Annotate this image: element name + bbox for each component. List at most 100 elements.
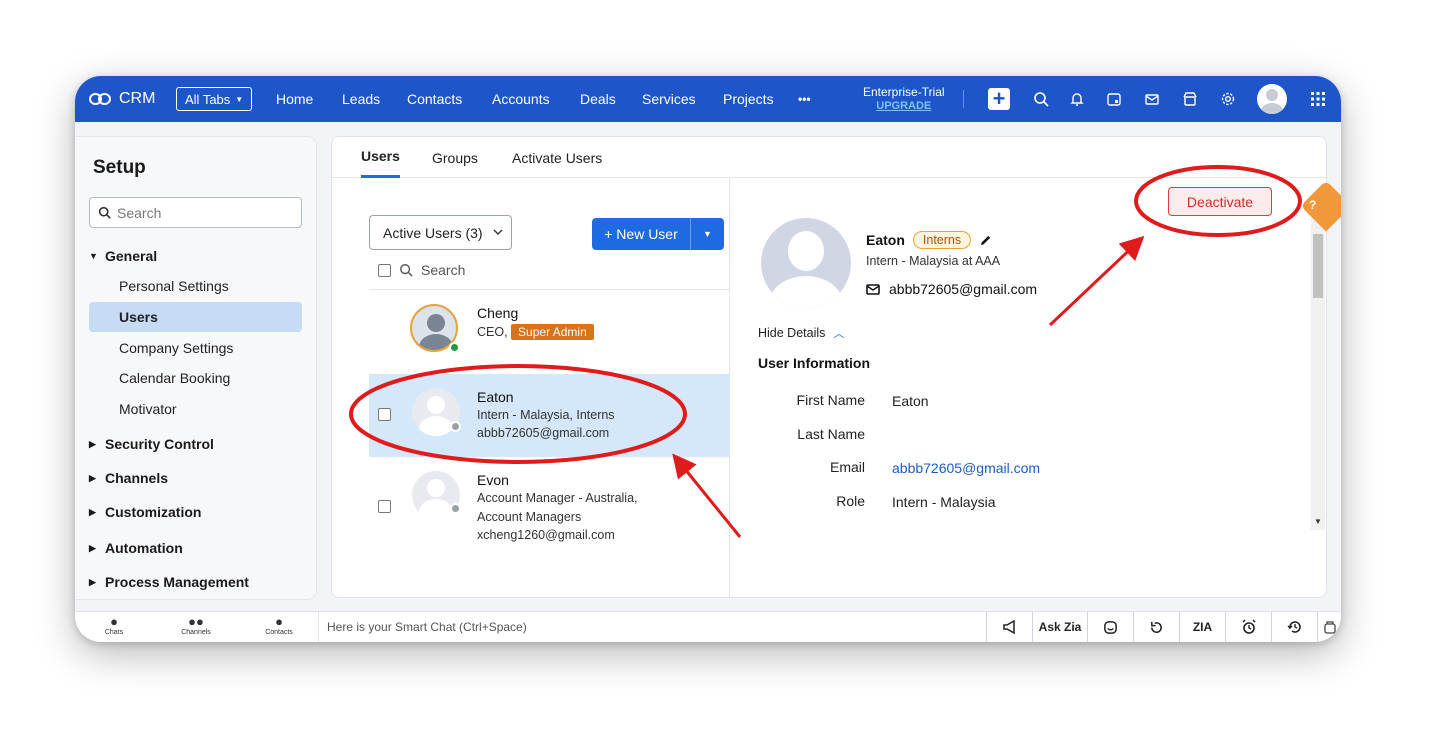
history-icon[interactable] (1271, 612, 1317, 642)
nav-services[interactable]: Services (642, 76, 696, 122)
user-profile-photo[interactable] (761, 218, 851, 308)
nav-leads[interactable]: Leads (342, 76, 380, 122)
apps-grid-icon[interactable] (1308, 76, 1328, 122)
nav-home[interactable]: Home (276, 76, 313, 122)
nav-deals[interactable]: Deals (580, 76, 616, 122)
sidebar-section-security-control[interactable]: ▶ Security Control (89, 436, 214, 452)
user-row-cheng[interactable]: Cheng CEO, Super Admin (369, 292, 730, 374)
field-label-email: Email (829, 459, 865, 475)
detail-user-name: Eaton Interns (866, 231, 992, 249)
sidebar-item-calendar-booking[interactable]: Calendar Booking (89, 363, 302, 393)
sidebar-item-motivator[interactable]: Motivator (89, 394, 302, 424)
user-avatar[interactable] (1257, 84, 1287, 114)
user-row-eaton[interactable]: Eaton Intern - Malaysia, Interns abbb726… (369, 374, 730, 457)
field-value-email[interactable]: abbb72605@gmail.com (892, 460, 1040, 476)
user-detail-pane: Deactivate Eaton Interns Intern - Malays… (731, 178, 1328, 598)
caret-down-icon: ▼ (235, 94, 244, 104)
gear-icon[interactable] (1218, 76, 1238, 122)
search-icon[interactable] (1031, 76, 1051, 122)
detail-scrollbar[interactable]: ▼ (1311, 218, 1325, 530)
active-users-filter[interactable]: Active Users (3) (369, 215, 512, 250)
more-tools-icon[interactable] (1317, 612, 1341, 642)
tab-users[interactable]: Users (361, 137, 400, 178)
deactivate-button[interactable]: Deactivate (1168, 187, 1272, 216)
tab-activate-users[interactable]: Activate Users (512, 137, 602, 178)
select-all-checkbox[interactable] (378, 263, 391, 277)
sidebar-item-personal-settings[interactable]: Personal Settings (89, 271, 302, 301)
row-checkbox[interactable] (378, 500, 391, 513)
sidebar-section-channels[interactable]: ▶ Channels (89, 470, 168, 486)
sidebar-section-customization[interactable]: ▶ Customization (89, 504, 201, 520)
users-tabs: Users Groups Activate Users (332, 137, 1328, 178)
user-list-pane: Active Users (3) + New User ▼ Search Che… (332, 178, 730, 598)
tab-groups[interactable]: Groups (432, 137, 478, 178)
user-email: xcheng1260@gmail.com (477, 528, 615, 542)
new-user-label: + New User (592, 218, 691, 250)
megaphone-icon[interactable] (986, 612, 1032, 642)
refresh-icon[interactable] (1133, 612, 1179, 642)
setup-sidebar: Setup Search ▼ General Personal Settings… (75, 136, 317, 600)
user-role: Intern - Malaysia, Interns (477, 408, 615, 422)
new-user-dropdown-icon[interactable]: ▼ (691, 229, 724, 239)
scroll-down-arrow-icon[interactable]: ▼ (1314, 517, 1322, 526)
bottom-chats-button[interactable]: ● Chats (89, 615, 139, 637)
upgrade-link[interactable]: UPGRADE (876, 99, 931, 113)
collapsed-caret-icon: ▶ (89, 472, 96, 483)
profile-badge: Interns (912, 231, 972, 249)
divider (963, 90, 964, 108)
new-user-button[interactable]: + New User ▼ (592, 218, 724, 250)
all-tabs-dropdown[interactable]: All Tabs ▼ (176, 87, 253, 111)
more-tabs-button[interactable]: ••• (798, 76, 811, 122)
smart-chat-input[interactable]: Here is your Smart Chat (Ctrl+Space) (318, 612, 986, 642)
filter-label: Active Users (3) (383, 224, 483, 241)
plus-icon[interactable]: + (988, 88, 1010, 110)
section-label: General (105, 248, 158, 264)
field-value-role: Intern - Malaysia (892, 494, 996, 510)
section-label: Security Control (105, 436, 214, 452)
offline-status-dot (450, 421, 461, 432)
bottom-channels-button[interactable]: ●● Channels (171, 615, 221, 637)
top-navigation-bar: CRM All Tabs ▼ Home Leads Contacts Accou… (75, 76, 1341, 122)
smart-chat-placeholder: Here is your Smart Chat (Ctrl+Space) (327, 620, 527, 634)
nav-contacts[interactable]: Contacts (407, 76, 462, 122)
user-list-search[interactable]: Search (378, 262, 465, 278)
mail-icon (866, 283, 880, 295)
sidebar-section-automation[interactable]: ▶ Automation (89, 540, 183, 556)
zia-smile-icon[interactable] (1087, 612, 1133, 642)
scrollbar-thumb[interactable] (1313, 234, 1323, 298)
row-checkbox[interactable] (378, 408, 391, 421)
sidebar-item-users[interactable]: Users (89, 302, 302, 332)
expanded-caret-icon: ▼ (89, 251, 98, 261)
user-row-evon[interactable]: Evon Account Manager - Australia, Accoun… (369, 457, 730, 547)
hide-details-toggle[interactable]: Hide Details ︿ (758, 325, 844, 341)
crm-logo[interactable]: CRM (89, 76, 155, 122)
collapsed-caret-icon: ▶ (89, 576, 96, 587)
mail-icon[interactable] (1142, 76, 1162, 122)
sidebar-section-process-management[interactable]: ▶ Process Management (89, 574, 249, 590)
bottom-label: Chats (104, 629, 124, 636)
bell-icon[interactable] (1067, 76, 1087, 122)
marketplace-icon[interactable] (1180, 76, 1200, 122)
section-label: Process Management (105, 574, 249, 590)
detail-email-text: abbb72605@gmail.com (889, 281, 1038, 297)
user-name: Cheng (477, 305, 519, 321)
zia-logo-icon[interactable]: ZIA (1179, 612, 1225, 642)
user-role: CEO, (477, 325, 508, 339)
calendar-icon[interactable] (1104, 76, 1124, 122)
chevron-up-icon: ︿ (833, 328, 845, 340)
sidebar-item-company-settings[interactable]: Company Settings (89, 333, 302, 363)
bottom-contacts-button[interactable]: ● Contacts (254, 615, 304, 637)
edit-pencil-icon[interactable] (979, 234, 992, 247)
plan-info: Enterprise-Trial UPGRADE (863, 76, 945, 122)
user-name: Eaton (866, 232, 905, 248)
section-label: Customization (105, 504, 202, 520)
nav-projects[interactable]: Projects (723, 76, 774, 122)
alarm-clock-icon[interactable] (1225, 612, 1271, 642)
help-question-icon[interactable]: ? (1309, 198, 1316, 212)
nav-accounts[interactable]: Accounts (492, 76, 550, 122)
search-icon (98, 206, 111, 219)
sidebar-search-input[interactable]: Search (89, 197, 302, 228)
users-panel: Users Groups Activate Users Active Users… (331, 136, 1328, 598)
sidebar-section-general[interactable]: ▼ General (89, 248, 157, 264)
ask-zia-button[interactable]: Ask Zia (1032, 612, 1087, 642)
